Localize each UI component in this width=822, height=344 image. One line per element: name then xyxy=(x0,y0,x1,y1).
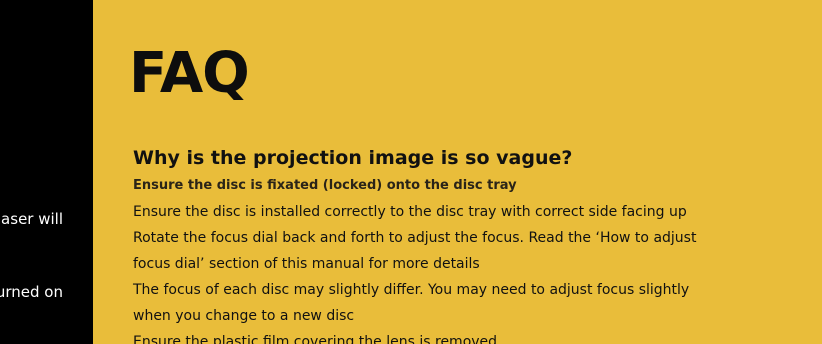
page-title: FAQ xyxy=(129,41,250,106)
answer-line: when you change to a new disc xyxy=(133,308,355,324)
previous-page-panel: laser will urned on xyxy=(0,0,93,344)
answer-line: focus dial’ section of this manual for m… xyxy=(133,256,480,272)
faq-question: Why is the projection image is so vague? xyxy=(133,147,573,169)
faq-page: FAQ Why is the projection image is so va… xyxy=(93,0,822,344)
faq-answer-subheading: Ensure the disc is fixated (locked) onto… xyxy=(133,178,517,193)
previous-page-text-line: urned on xyxy=(0,283,63,301)
previous-page-text-line: laser will xyxy=(0,210,63,228)
faq-answer-list: Ensure the disc is installed correctly t… xyxy=(133,199,733,344)
answer-line: Rotate the focus dial back and forth to … xyxy=(133,230,697,246)
answer-line: Ensure the plastic film covering the len… xyxy=(133,334,498,344)
answer-line: Ensure the disc is installed correctly t… xyxy=(133,204,687,220)
answer-line: The focus of each disc may slightly diff… xyxy=(133,282,690,298)
